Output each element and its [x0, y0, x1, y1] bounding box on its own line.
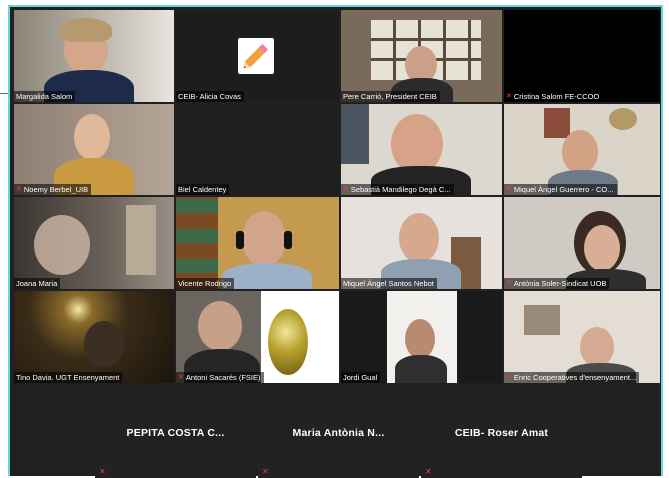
- participant-tile-jordi[interactable]: Jordi Gual: [341, 291, 502, 383]
- participant-tile-joana[interactable]: Joana Maria: [14, 197, 174, 289]
- participant-tile-alicia[interactable]: CEIB- Alicia Covas: [176, 10, 339, 102]
- participant-name: Biel Caldentey: [176, 184, 230, 195]
- participant-name: ✕ Enric Cooperatives d'ensenyament...: [504, 372, 640, 383]
- participant-name: CEIB- Alicia Covas: [176, 91, 244, 102]
- mic-muted-icon: ✕: [99, 467, 106, 476]
- mic-muted-icon: ✕: [506, 374, 512, 381]
- participant-display-name: CEIB- Roser Amat: [454, 427, 549, 439]
- participant-name: ✕ Antoni Sacarés (FSIE): [176, 372, 264, 383]
- participant-video: [341, 10, 502, 102]
- participant-tile-tino[interactable]: Tino Davia. UGT Ensenyament: [14, 291, 174, 383]
- pencil-icon: [238, 38, 274, 74]
- participant-tile-vicente[interactable]: Vicente Rodrigo: [176, 197, 339, 289]
- participant-name: Miquel Àngel Santos Nebot: [341, 278, 437, 289]
- participant-tile-antoni[interactable]: ✕ Antoni Sacarés (FSIE): [176, 291, 339, 383]
- participant-tile-pepita[interactable]: PEPITA COSTA C... ✕: [95, 385, 256, 478]
- participant-tile-sebastia[interactable]: ✕ Sebastià Mandilego Degà C...: [341, 104, 502, 195]
- participant-tile-antonia[interactable]: ✕ Antònia Soler-Sindicat UOB: [504, 197, 660, 289]
- participant-tile-miquel-guerrero[interactable]: ✕ Miquel Àngel Guerrero - CO...: [504, 104, 660, 195]
- video-gallery: Margalida Salom CEIB- Alicia Covas Pere …: [8, 5, 663, 478]
- mic-muted-icon: ✕: [262, 467, 269, 476]
- participant-video: [504, 104, 660, 195]
- participant-tile-miquel-santos[interactable]: Miquel Àngel Santos Nebot: [341, 197, 502, 289]
- participant-name: ✕ Sebastià Mandilego Degà C...: [341, 184, 454, 195]
- participant-video: [341, 104, 502, 195]
- mic-muted-icon: ✕: [425, 467, 432, 476]
- mic-muted-icon: ✕: [178, 374, 184, 381]
- participant-video: [504, 291, 660, 383]
- participant-tile-pere[interactable]: Pere Carrió, President CEIB: [341, 10, 502, 102]
- participant-name: Jordi Gual: [341, 372, 381, 383]
- mic-muted-icon: ✕: [506, 186, 512, 193]
- participant-tile-noemy[interactable]: ✕ Noemy Berbel_UIB: [14, 104, 174, 195]
- participant-name: ✕ Miquel Àngel Guerrero - CO...: [504, 184, 617, 195]
- participant-name: Vicente Rodrigo: [176, 278, 235, 289]
- participant-name: Margalida Salom: [14, 91, 76, 102]
- mic-muted-icon: ✕: [343, 186, 349, 193]
- participant-video: [504, 197, 660, 289]
- mic-muted-icon: ✕: [506, 280, 512, 287]
- participant-display-name: PEPITA COSTA C...: [126, 427, 225, 439]
- participant-tile-cristina[interactable]: ✕ Cristina Salom FE-CCOO: [504, 10, 660, 102]
- participant-tile-enric[interactable]: ✕ Enric Cooperatives d'ensenyament...: [504, 291, 660, 383]
- participant-tile-margalida[interactable]: Margalida Salom: [14, 10, 174, 102]
- participant-display-name: Maria Antònia N...: [292, 427, 385, 439]
- participant-tile-maria-antonia[interactable]: Maria Antònia N... ✕: [258, 385, 419, 478]
- participant-tile-roser[interactable]: CEIB- Roser Amat ✕: [421, 385, 582, 478]
- participant-video: [14, 104, 174, 195]
- mic-muted-icon: ✕: [506, 93, 512, 100]
- participant-name: Pere Carrió, President CEIB: [341, 91, 440, 102]
- participant-video: [341, 197, 502, 289]
- participant-name: Tino Davia. UGT Ensenyament: [14, 372, 123, 383]
- participant-video: [14, 10, 174, 102]
- participant-name: ✕ Cristina Salom FE-CCOO: [504, 91, 603, 102]
- participant-video: [176, 197, 339, 289]
- mic-muted-icon: ✕: [16, 186, 22, 193]
- participant-video: [14, 291, 174, 383]
- participant-tile-biel[interactable]: Biel Caldentey: [176, 104, 339, 195]
- sidebar-divider: [0, 93, 8, 94]
- participant-name: ✕ Noemy Berbel_UIB: [14, 184, 92, 195]
- participant-video: [14, 197, 174, 289]
- participant-video: [176, 291, 339, 383]
- participant-name: ✕ Antònia Soler-Sindicat UOB: [504, 278, 610, 289]
- participant-name: Joana Maria: [14, 278, 61, 289]
- participant-video: [387, 291, 457, 383]
